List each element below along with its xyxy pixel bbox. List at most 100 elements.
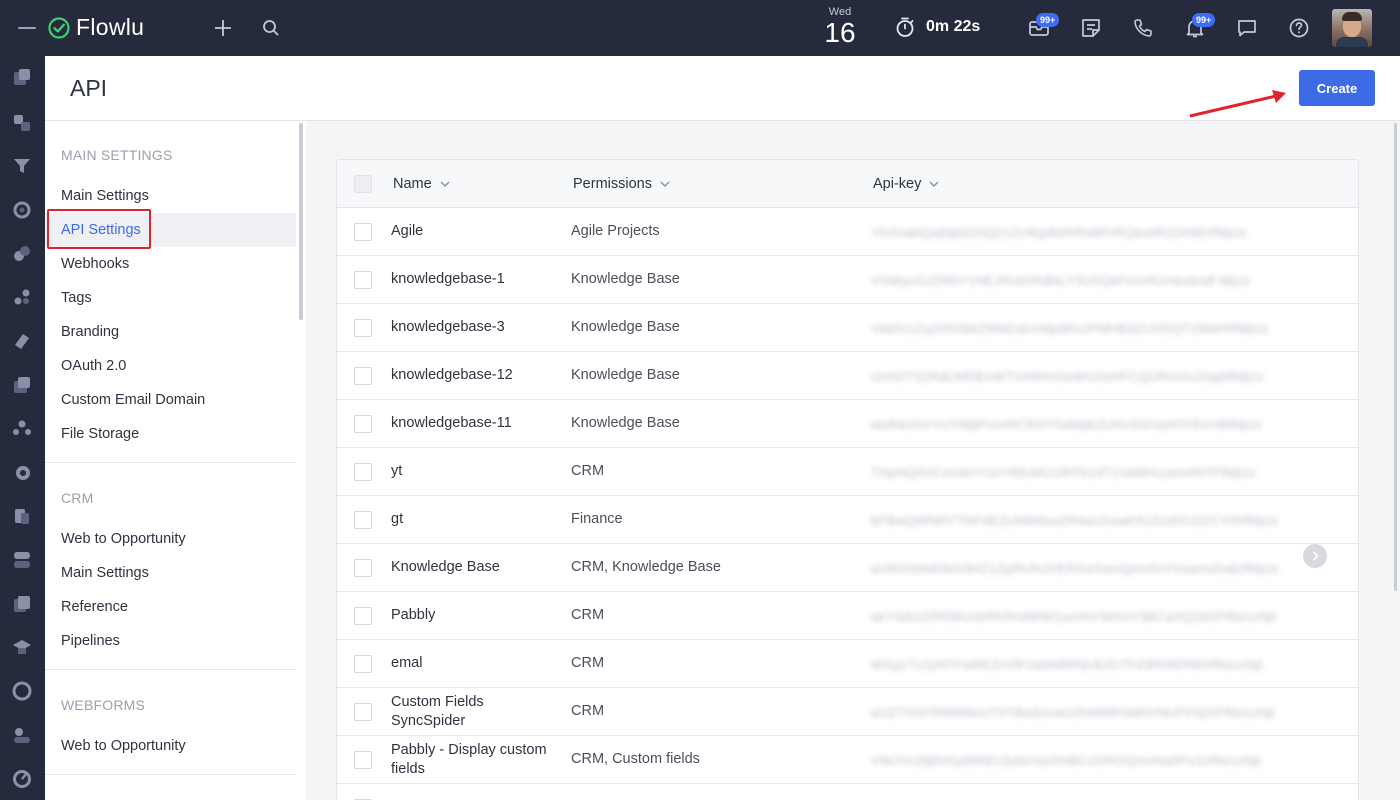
row-name[interactable]: Knowledge Base	[391, 558, 561, 577]
workflow-icon[interactable]	[11, 549, 33, 571]
user-avatar[interactable]	[1332, 9, 1372, 47]
nav-scrollbar[interactable]	[299, 123, 303, 320]
row-name[interactable]: emal	[391, 654, 561, 673]
target-icon[interactable]	[11, 680, 33, 702]
row-checkbox[interactable]	[354, 223, 372, 241]
row-checkbox[interactable]	[354, 415, 372, 433]
table-row[interactable]: knowledgebase-11 Knowledge Base ekdhb1hVYU…	[337, 400, 1358, 448]
nav-item-webhooks[interactable]: Webhooks	[61, 247, 129, 281]
mail-badge: 99+	[1036, 13, 1060, 27]
table-row[interactable]: Pabbly CRM akY3dUJ2RDBUckRKRndWW1ucnhVSkho…	[337, 592, 1358, 640]
date-widget[interactable]: Wed 16	[820, 6, 860, 48]
row-checkbox[interactable]	[354, 607, 372, 625]
crm-icon[interactable]	[11, 199, 33, 221]
nav-item-custom-email-domain[interactable]: Custom Email Domain	[61, 383, 205, 417]
nav-divider	[45, 462, 296, 463]
row-api-key: aU9OSWdObG9HZ1ZpRUNJVERGeGwxQmo5cVVoamxD…	[871, 561, 1280, 576]
calendar-icon[interactable]	[11, 461, 33, 483]
add-icon[interactable]	[211, 16, 235, 40]
row-name[interactable]: yt	[391, 462, 561, 481]
app-logo[interactable]: Flowlu	[48, 14, 144, 41]
table-row[interactable]: knowledgebase-3 Knowledge Base Vkk0c1Zq205…	[337, 304, 1358, 352]
row-checkbox[interactable]	[354, 271, 372, 289]
nav-item-main-settings[interactable]: Main Settings	[61, 179, 149, 213]
table-row[interactable]: Knowledge Base CRM, Knowledge Base aU9OSWd…	[337, 544, 1358, 592]
team-icon[interactable]	[11, 418, 33, 440]
column-header-api-key[interactable]: Api-key	[873, 176, 939, 192]
table-row[interactable]: knowledgebase-1 Knowledge Base VGMycGJZM0Y…	[337, 256, 1358, 304]
table-row[interactable]: Agile Agile Projects Y0JUaklQajNjbDZtQ21Zc…	[337, 208, 1358, 256]
row-name[interactable]: knowledgebase-1	[391, 270, 561, 289]
row-checkbox[interactable]	[354, 511, 372, 529]
row-checkbox[interactable]	[354, 559, 372, 577]
time-tracker[interactable]: 0m 22s	[894, 16, 980, 38]
finance-icon[interactable]	[11, 330, 33, 352]
tasks-icon[interactable]	[11, 112, 33, 134]
table-row[interactable]: Custom Fields SyncSpider CRM aUZTSXFRMWtte…	[337, 688, 1358, 736]
notes-icon[interactable]	[1079, 16, 1103, 40]
docs-icon[interactable]	[11, 374, 33, 396]
row-name[interactable]: gt	[391, 510, 561, 529]
chat-icon[interactable]	[1235, 16, 1259, 40]
table-row[interactable]: gt Finance bFBwQWNRYTNFdEZuNWdua2R4aU1waK8…	[337, 496, 1358, 544]
nav-item-branding[interactable]: Branding	[61, 315, 119, 349]
nav-item-crm-main-settings[interactable]: Main Settings	[61, 556, 149, 590]
row-checkbox[interactable]	[354, 655, 372, 673]
contacts-icon[interactable]	[11, 724, 33, 746]
row-checkbox[interactable]	[354, 703, 372, 721]
row-permissions: CRM	[571, 607, 605, 623]
table-row[interactable]: Check custom fields in	[337, 784, 1358, 800]
row-name[interactable]: Pabbly - Display custom fields	[391, 741, 561, 779]
column-label: Api-key	[873, 176, 922, 192]
nav-item-web-to-opportunity[interactable]: Web to Opportunity	[61, 522, 186, 556]
row-checkbox[interactable]	[354, 367, 372, 385]
api-keys-table: Name Permissions Api-key Agile Agile Proj…	[336, 159, 1359, 800]
column-label: Permissions	[573, 176, 652, 192]
nav-item-tags[interactable]: Tags	[61, 281, 92, 315]
row-checkbox[interactable]	[354, 319, 372, 337]
knowledge-icon[interactable]	[11, 505, 33, 527]
row-permissions: CRM, Custom fields	[571, 751, 700, 767]
row-checkbox[interactable]	[354, 463, 372, 481]
row-checkbox[interactable]	[354, 751, 372, 769]
nav-section-title: CRM	[61, 490, 94, 506]
column-header-name[interactable]: Name	[393, 176, 450, 192]
row-name[interactable]: Custom Fields SyncSpider	[391, 693, 561, 731]
funnel-icon[interactable]	[11, 155, 33, 177]
table-row[interactable]: yt CRM THpNQ0VCeUdnYUvYREd4U1RlTk14T1VaMHc…	[337, 448, 1358, 496]
row-name[interactable]: Agile	[391, 222, 561, 241]
select-all-checkbox[interactable]	[354, 175, 372, 193]
speed-icon[interactable]	[11, 767, 33, 789]
nav-item-file-storage[interactable]: File Storage	[61, 417, 139, 451]
row-name[interactable]: knowledgebase-11	[391, 414, 561, 433]
table-row[interactable]: emal CRM WXg1TzJyNTFwREZvVlFza0tldWhjUEd1T…	[337, 640, 1358, 688]
row-name[interactable]: knowledgebase-12	[391, 366, 561, 385]
dashboard-icon[interactable]	[11, 66, 33, 88]
create-button[interactable]: Create	[1299, 70, 1375, 106]
table-header: Name Permissions Api-key	[337, 160, 1358, 208]
row-api-key: THpNQ0VCeUdnYUvYREd4U1RlTk14T1VaMHczeni4…	[871, 465, 1256, 480]
table-row[interactable]: Pabbly - Display custom fields CRM, Custo…	[337, 736, 1358, 784]
search-icon[interactable]	[259, 16, 283, 40]
scroll-right-button[interactable]	[1303, 544, 1327, 568]
nav-item-oauth[interactable]: OAuth 2.0	[61, 349, 126, 383]
table-row[interactable]: knowledgebase-12 Knowledge Base UnhDT3ZRdU…	[337, 352, 1358, 400]
files-icon[interactable]	[11, 593, 33, 615]
row-name[interactable]: knowledgebase-3	[391, 318, 561, 337]
nav-item-reference[interactable]: Reference	[61, 590, 128, 624]
education-icon[interactable]	[11, 636, 33, 658]
row-name[interactable]: Pabbly	[391, 606, 561, 625]
content-scrollbar[interactable]	[1394, 123, 1397, 591]
menu-icon[interactable]	[18, 20, 38, 36]
nav-item-webforms-web-to-opportunity[interactable]: Web to Opportunity	[61, 729, 186, 763]
nav-item-pipelines[interactable]: Pipelines	[61, 624, 120, 658]
nav-section-title: MAIN SETTINGS	[61, 147, 173, 163]
link-icon[interactable]	[11, 243, 33, 265]
row-permissions: Knowledge Base	[571, 319, 680, 335]
chevron-down-icon	[929, 181, 939, 187]
column-header-permissions[interactable]: Permissions	[573, 176, 670, 192]
projects-icon[interactable]	[11, 286, 33, 308]
phone-icon[interactable]	[1131, 16, 1155, 40]
help-icon[interactable]	[1287, 16, 1311, 40]
row-api-key: UnhDT3ZRdUMDExWTU4Wmt2eWU2eHFCQURvUUJ2aj…	[871, 369, 1264, 384]
